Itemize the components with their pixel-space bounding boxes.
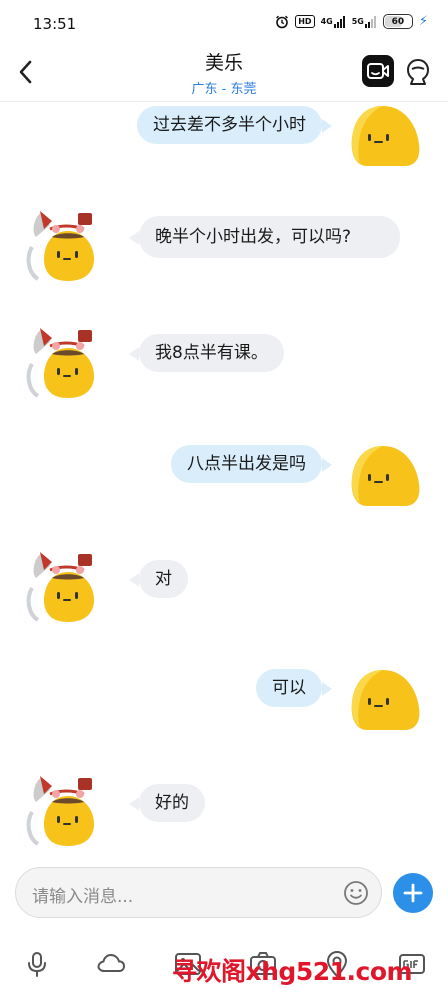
sim1-label: 4G xyxy=(320,17,333,26)
message-bubble[interactable]: 可以 xyxy=(256,669,322,707)
profile-icon xyxy=(407,59,429,85)
watermark-text: 寻欢阁xhg521.com xyxy=(172,957,413,986)
signal-sim1-icon: 4G xyxy=(320,15,346,28)
battery-icon: 60 xyxy=(382,14,413,29)
own-avatar-icon[interactable] xyxy=(349,102,421,170)
sim2-label: 5G xyxy=(351,17,364,26)
profile-button[interactable] xyxy=(404,57,432,87)
contact-avatar-icon[interactable] xyxy=(22,548,102,624)
message-input[interactable]: 请输入消息... xyxy=(15,867,382,918)
own-avatar-icon[interactable] xyxy=(349,666,421,734)
more-actions-button[interactable] xyxy=(393,873,433,913)
message-input-placeholder: 请输入消息... xyxy=(32,887,134,907)
video-call-button[interactable] xyxy=(362,55,394,87)
video-call-icon xyxy=(367,63,389,79)
message-input-bar: 请输入消息... xyxy=(0,866,448,922)
cloud-icon[interactable] xyxy=(96,949,126,979)
emoji-icon[interactable] xyxy=(343,880,369,906)
status-bar: 13:51 HD 4G 5G 60 ⚡ xyxy=(0,0,448,48)
status-time: 13:51 xyxy=(33,15,77,33)
contact-avatar-icon[interactable] xyxy=(22,207,102,283)
status-icons: HD 4G 5G 60 ⚡ xyxy=(275,14,428,29)
message-bubble[interactable]: 晚半个小时出发，可以吗? xyxy=(139,216,400,258)
message-bubble[interactable]: 我8点半有课。 xyxy=(139,334,284,372)
microphone-icon[interactable] xyxy=(22,949,52,979)
own-avatar-icon[interactable] xyxy=(349,442,421,510)
message-bubble[interactable]: 对 xyxy=(139,560,188,598)
battery-level: 60 xyxy=(391,16,405,27)
alarm-icon xyxy=(275,15,289,29)
message-bubble[interactable]: 八点半出发是吗 xyxy=(171,445,322,483)
plus-icon xyxy=(403,883,423,903)
message-list[interactable]: 过去差不多半个小时 晚半个小时出发，可以吗? 我8点半有课。 八点半出发是吗 对… xyxy=(0,102,448,857)
signal-sim2-icon: 5G xyxy=(351,15,377,28)
hd-icon: HD xyxy=(295,15,315,28)
contact-avatar-icon[interactable] xyxy=(22,324,102,400)
contact-avatar-icon[interactable] xyxy=(22,772,102,848)
message-bubble[interactable]: 好的 xyxy=(139,784,205,822)
message-bubble[interactable]: 过去差不多半个小时 xyxy=(137,106,322,144)
charging-icon: ⚡ xyxy=(418,14,428,29)
chat-header: 美乐 广东 - 东莞 xyxy=(0,48,448,102)
